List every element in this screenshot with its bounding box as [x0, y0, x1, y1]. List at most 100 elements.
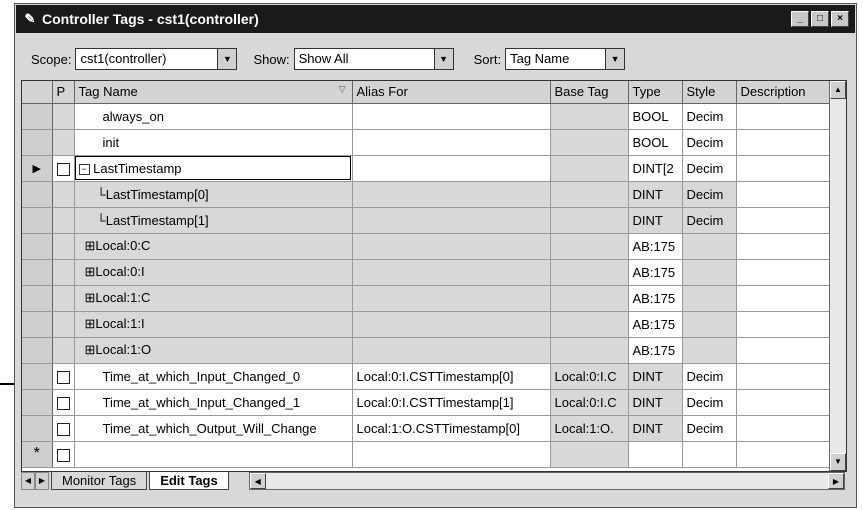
- triangle-down-icon[interactable]: ▼: [605, 49, 625, 69]
- tab-scroll-right-icon[interactable]: ▶: [35, 472, 49, 490]
- table-row[interactable]: └LastTimestamp[0] DINT Decim: [22, 181, 835, 208]
- row-header[interactable]: [22, 415, 53, 442]
- description-cell[interactable]: [736, 415, 835, 442]
- alias-cell[interactable]: [352, 103, 551, 130]
- style-cell[interactable]: Decim: [682, 389, 737, 416]
- table-row[interactable]: Time_at_which_Input_Changed_1 Local:0:I.…: [22, 389, 835, 416]
- tag-name-cell[interactable]: Time_at_which_Input_Changed_1: [74, 389, 353, 416]
- description-cell[interactable]: [736, 207, 835, 234]
- description-cell[interactable]: [736, 181, 835, 208]
- scroll-down-icon[interactable]: ▼: [830, 453, 846, 471]
- show-select[interactable]: Show All ▼: [293, 48, 454, 70]
- tag-name-cell[interactable]: [74, 441, 353, 468]
- table-row[interactable]: └LastTimestamp[1] DINT Decim: [22, 207, 835, 234]
- table-row[interactable]: ⊞Local:1:I AB:175: [22, 311, 835, 338]
- type-cell[interactable]: AB:175: [628, 259, 683, 286]
- tag-name-cell[interactable]: ⊞Local:1:I: [74, 311, 353, 338]
- table-row[interactable]: init BOOL Decim: [22, 129, 835, 156]
- maximize-button[interactable]: □: [811, 11, 829, 27]
- alias-cell[interactable]: Local:0:I.CSTTimestamp[1]: [352, 389, 551, 416]
- plus-box-icon[interactable]: ⊞: [85, 290, 96, 305]
- row-header[interactable]: [22, 207, 53, 234]
- tag-name-cell[interactable]: └LastTimestamp[1]: [74, 207, 353, 234]
- description-cell[interactable]: [736, 259, 835, 286]
- tab-edit-tags[interactable]: Edit Tags: [149, 472, 229, 490]
- table-row[interactable]: ⊞Local:0:C AB:175: [22, 233, 835, 260]
- row-header[interactable]: [22, 233, 53, 260]
- scroll-right-icon[interactable]: ▶: [828, 473, 844, 489]
- tag-name-cell[interactable]: ⊞Local:0:I: [74, 259, 353, 286]
- description-cell[interactable]: [736, 389, 835, 416]
- type-cell[interactable]: AB:175: [628, 285, 683, 312]
- type-cell[interactable]: BOOL: [628, 129, 683, 156]
- tab-scroll-left-icon[interactable]: ◀: [21, 472, 35, 490]
- minimize-button[interactable]: _: [791, 11, 809, 27]
- row-header[interactable]: [22, 259, 53, 286]
- plus-box-icon[interactable]: ⊞: [85, 342, 96, 357]
- type-cell[interactable]: [628, 441, 683, 468]
- produced-checkbox[interactable]: [56, 422, 70, 436]
- style-cell[interactable]: [682, 441, 737, 468]
- col-header-p[interactable]: P: [52, 81, 75, 104]
- vertical-scrollbar[interactable]: ▲ ▼: [829, 81, 846, 471]
- plus-box-icon[interactable]: ⊞: [85, 316, 96, 331]
- col-header-alias-for[interactable]: Alias For: [352, 81, 551, 104]
- description-cell[interactable]: [736, 285, 835, 312]
- minus-box-icon[interactable]: −: [78, 163, 90, 175]
- table-row-selected[interactable]: ▶ − LastTimestamp DINT[2 Decim: [22, 155, 835, 182]
- table-row[interactable]: always_on BOOL Decim: [22, 103, 835, 130]
- row-header[interactable]: [22, 337, 53, 364]
- new-tag-row[interactable]: *: [22, 441, 835, 468]
- horizontal-scrollbar[interactable]: ◀ ▶: [248, 472, 845, 490]
- alias-cell[interactable]: Local:0:I.CSTTimestamp[0]: [352, 363, 551, 390]
- row-header[interactable]: [22, 363, 53, 390]
- produced-checkbox[interactable]: [56, 396, 70, 410]
- alias-cell[interactable]: Local:1:O.CSTTimestamp[0]: [352, 415, 551, 442]
- style-cell[interactable]: Decim: [682, 155, 737, 182]
- plus-box-icon[interactable]: ⊞: [85, 238, 96, 253]
- alias-cell[interactable]: [352, 441, 551, 468]
- tag-name-cell[interactable]: ⊞Local:1:O: [74, 337, 353, 364]
- plus-box-icon[interactable]: ⊞: [85, 264, 96, 279]
- row-header[interactable]: [22, 285, 53, 312]
- produced-checkbox[interactable]: [56, 448, 70, 462]
- description-cell[interactable]: [736, 103, 835, 130]
- row-header-current[interactable]: ▶: [22, 155, 53, 182]
- type-cell[interactable]: BOOL: [628, 103, 683, 130]
- description-cell[interactable]: [736, 233, 835, 260]
- row-header[interactable]: [22, 389, 53, 416]
- style-cell[interactable]: Decim: [682, 363, 737, 390]
- col-header-type[interactable]: Type: [628, 81, 683, 104]
- tag-name-cell[interactable]: Time_at_which_Input_Changed_0: [74, 363, 353, 390]
- row-header[interactable]: [22, 103, 53, 130]
- table-row[interactable]: Time_at_which_Output_Will_Change Local:1…: [22, 415, 835, 442]
- description-cell[interactable]: [736, 441, 835, 468]
- p-cell[interactable]: [52, 155, 75, 182]
- description-cell[interactable]: [736, 363, 835, 390]
- p-cell[interactable]: [52, 363, 75, 390]
- alias-cell[interactable]: [352, 155, 551, 182]
- scroll-up-icon[interactable]: ▲: [830, 81, 846, 99]
- type-cell[interactable]: AB:175: [628, 233, 683, 260]
- table-row[interactable]: ⊞Local:1:O AB:175: [22, 337, 835, 364]
- new-row-marker[interactable]: *: [22, 441, 53, 468]
- col-header-tag-name[interactable]: Tag Name ▽: [74, 81, 353, 104]
- triangle-down-icon[interactable]: ▼: [217, 49, 237, 69]
- p-cell[interactable]: [52, 441, 75, 468]
- style-cell[interactable]: Decim: [682, 129, 737, 156]
- type-cell[interactable]: AB:175: [628, 311, 683, 338]
- tag-name-cell[interactable]: ⊞Local:1:C: [74, 285, 353, 312]
- scroll-left-icon[interactable]: ◀: [249, 473, 266, 489]
- col-header-description[interactable]: Description: [736, 81, 835, 104]
- description-cell[interactable]: [736, 155, 835, 182]
- tag-name-cell[interactable]: └LastTimestamp[0]: [74, 181, 353, 208]
- tab-monitor-tags[interactable]: Monitor Tags: [51, 472, 148, 490]
- p-cell[interactable]: [52, 389, 75, 416]
- row-header[interactable]: [22, 311, 53, 338]
- p-cell[interactable]: [52, 415, 75, 442]
- tag-name-cell[interactable]: Time_at_which_Output_Will_Change: [74, 415, 353, 442]
- description-cell[interactable]: [736, 311, 835, 338]
- tag-name-cell[interactable]: ⊞Local:0:C: [74, 233, 353, 260]
- col-header-base-tag[interactable]: Base Tag: [550, 81, 629, 104]
- description-cell[interactable]: [736, 129, 835, 156]
